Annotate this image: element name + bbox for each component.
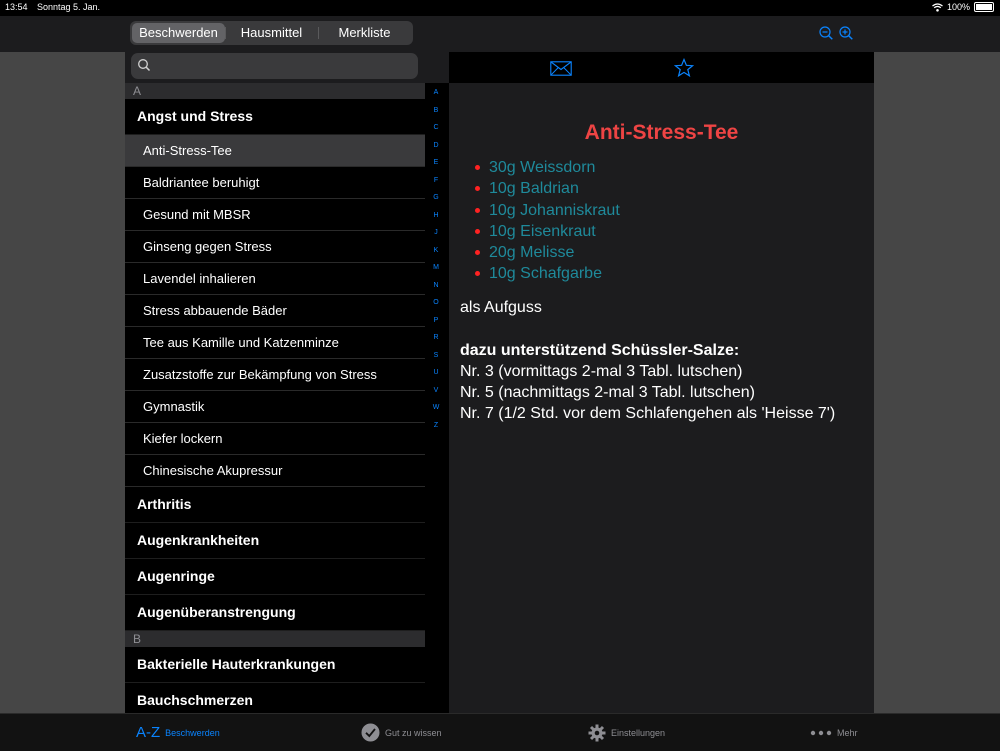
mail-icon[interactable] xyxy=(550,61,572,76)
list-item[interactable]: Baldriantee beruhigt xyxy=(125,167,425,199)
index-letter[interactable]: E xyxy=(425,159,447,166)
group-angst-und-stress[interactable]: Angst und Stress xyxy=(125,99,425,135)
tab-mehr[interactable]: Mehr xyxy=(810,714,858,751)
group-augenueberanstrengung[interactable]: Augenüberanstrengung xyxy=(125,595,425,631)
group-arthritis[interactable]: Arthritis xyxy=(125,487,425,523)
list-item[interactable]: Lavendel inhalieren xyxy=(125,263,425,295)
list-item[interactable]: Kiefer lockern xyxy=(125,423,425,455)
complaints-list: A Angst und Stress Anti-Stress-Tee Baldr… xyxy=(125,83,425,713)
tab-beschwerden[interactable]: A-Z Beschwerden xyxy=(136,714,220,751)
list-item[interactable]: Anti-Stress-Tee xyxy=(125,135,425,167)
recipe-title: Anti-Stress-Tee xyxy=(584,121,739,144)
tab-mehr-label: Mehr xyxy=(837,727,858,738)
group-augenkrankheiten[interactable]: Augenkrankheiten xyxy=(125,523,425,559)
ingredient: 10g Johanniskraut xyxy=(474,200,620,221)
segment-beschwerden[interactable]: Beschwerden xyxy=(132,23,225,43)
tab-beschwerden-label: Beschwerden xyxy=(165,727,220,738)
group-bauchschmerzen[interactable]: Bauchschmerzen xyxy=(125,683,425,713)
ingredient: 10g Schafgarbe xyxy=(474,263,620,284)
usage-text: als Aufguss xyxy=(460,299,542,316)
ingredient: 30g Weissdorn xyxy=(474,157,620,178)
group-augenringe[interactable]: Augenringe xyxy=(125,559,425,595)
segment-hausmittel[interactable]: Hausmittel xyxy=(225,23,318,43)
list-item[interactable]: Stress abbauende Bäder xyxy=(125,295,425,327)
section-header-b: B xyxy=(125,631,425,647)
section-header-a: A xyxy=(125,83,425,99)
ingredient: 10g Baldrian xyxy=(474,178,620,199)
list-item[interactable]: Tee aus Kamille und Katzenminze xyxy=(125,327,425,359)
top-bar: Beschwerden Hausmittel Merkliste xyxy=(0,16,1000,52)
index-letter[interactable]: B xyxy=(425,107,447,114)
index-letter[interactable]: J xyxy=(425,229,447,236)
tab-gut-zu-wissen-label: Gut zu wissen xyxy=(385,727,442,738)
ingredient-list: 30g Weissdorn 10g Baldrian 10g Johannisk… xyxy=(474,157,620,285)
index-letter[interactable]: N xyxy=(425,282,447,289)
index-letter[interactable]: W xyxy=(425,404,447,411)
group-bakterielle-hauterkrankungen[interactable]: Bakterielle Hauterkrankungen xyxy=(125,647,425,683)
az-icon: A-Z xyxy=(136,724,161,741)
battery-percent: 100% xyxy=(946,2,970,12)
detail-toolbar xyxy=(449,52,874,83)
index-letter[interactable]: A xyxy=(425,89,447,96)
index-letter[interactable]: K xyxy=(425,247,447,254)
index-letter[interactable]: C xyxy=(425,124,447,131)
schuessler-line: Nr. 7 (1/2 Std. vor dem Schlafengehen al… xyxy=(460,405,836,422)
gear-icon xyxy=(588,724,606,741)
ingredient: 20g Melisse xyxy=(474,242,620,263)
index-letter[interactable]: M xyxy=(425,264,447,271)
index-letter[interactable]: P xyxy=(425,317,447,324)
search-field[interactable] xyxy=(131,53,418,79)
star-icon[interactable] xyxy=(674,58,694,78)
index-letter[interactable]: S xyxy=(425,352,447,359)
section-index[interactable]: A B C D E F G H J K M N O P R S U V W Z xyxy=(425,83,449,713)
tab-einstellungen-label: Einstellungen xyxy=(611,727,666,738)
battery-icon xyxy=(974,2,994,12)
list-item[interactable]: Ginseng gegen Stress xyxy=(125,231,425,263)
list-item[interactable]: Gymnastik xyxy=(125,391,425,423)
schuessler-line: Nr. 5 (nachmittags 2-mal 3 Tabl. lutsche… xyxy=(460,384,755,401)
index-letter[interactable]: H xyxy=(425,212,447,219)
ingredient: 10g Eisenkraut xyxy=(474,221,620,242)
index-letter[interactable]: V xyxy=(425,387,447,394)
index-letter[interactable]: O xyxy=(425,299,447,306)
index-letter[interactable]: R xyxy=(425,334,447,341)
zoom-in-icon[interactable] xyxy=(839,26,853,40)
index-letter[interactable]: D xyxy=(425,142,447,149)
list-item[interactable]: Zusatzstoffe zur Bekämpfung von Stress xyxy=(125,359,425,391)
schuessler-heading: dazu unterstützend Schüssler-Salze: xyxy=(460,342,740,359)
complaints-pane: A Angst und Stress Anti-Stress-Tee Baldr… xyxy=(125,52,449,713)
tab-bar: A-Z Beschwerden Gut zu wissen Einstellun… xyxy=(0,713,1000,751)
search-icon xyxy=(138,59,151,72)
detail-pane: Anti-Stress-Tee 30g Weissdorn 10g Baldri… xyxy=(449,52,874,713)
list-item[interactable]: Gesund mit MBSR xyxy=(125,199,425,231)
checkmark-icon xyxy=(361,723,380,742)
index-letter[interactable]: U xyxy=(425,369,447,376)
status-right: 100% xyxy=(932,2,994,12)
wifi-icon xyxy=(932,2,943,12)
tab-einstellungen[interactable]: Einstellungen xyxy=(588,714,665,751)
index-letter[interactable]: Z xyxy=(425,422,447,429)
list-item[interactable]: Chinesische Akupressur xyxy=(125,455,425,487)
index-letter[interactable]: F xyxy=(425,177,447,184)
status-bar: 13:54 Sonntag 5. Jan. 100% xyxy=(0,0,1000,16)
tab-gut-zu-wissen[interactable]: Gut zu wissen xyxy=(361,714,442,751)
schuessler-line: Nr. 3 (vormittags 2-mal 3 Tabl. lutschen… xyxy=(460,363,743,380)
status-date: Sonntag 5. Jan. xyxy=(37,2,101,12)
more-icon xyxy=(810,730,832,735)
status-time: 13:54 xyxy=(5,2,28,12)
segmented-control: Beschwerden Hausmittel Merkliste xyxy=(130,21,413,45)
segment-merkliste[interactable]: Merkliste xyxy=(318,23,411,43)
detail-content: Anti-Stress-Tee 30g Weissdorn 10g Baldri… xyxy=(449,83,874,713)
index-letter[interactable]: G xyxy=(425,194,447,201)
zoom-out-icon[interactable] xyxy=(819,26,833,40)
